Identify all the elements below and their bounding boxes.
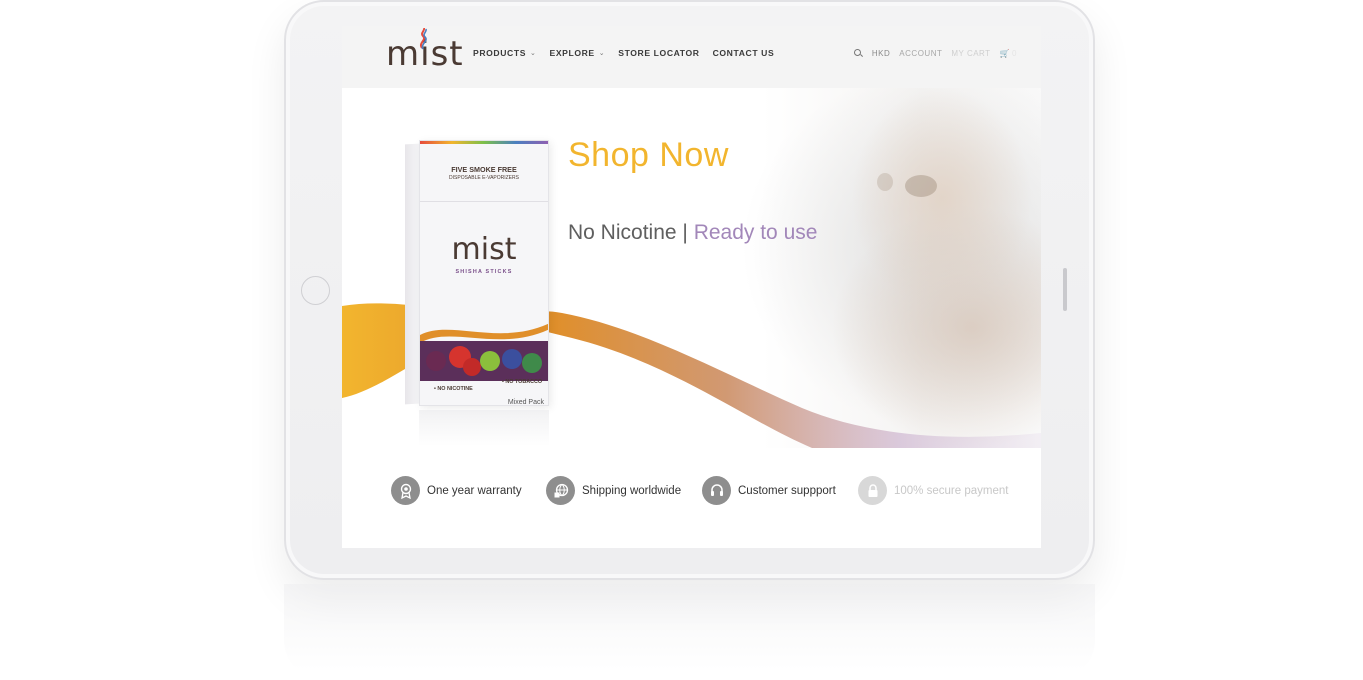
screen: mist PRODUCTS ⌄ EXPLORE ⌄ STORE LOCATOR … [342, 26, 1041, 548]
nav-contact-us[interactable]: CONTACT US [713, 48, 775, 58]
feature-secure-payment-label: 100% secure payment [894, 484, 1009, 497]
search-icon[interactable] [853, 49, 863, 58]
header-utilities: HKD ACCOUNT MY CART 🛒 0 [853, 49, 1017, 58]
chevron-down-icon: ⌄ [598, 50, 606, 57]
nav-store-locator[interactable]: STORE LOCATOR [618, 48, 699, 58]
pack-reflection [419, 410, 549, 446]
side-button[interactable] [1063, 268, 1067, 311]
pack-front: FIVE SMOKE FREE DISPOSABLE E-VAPORIZERS … [419, 140, 549, 406]
product-pack[interactable]: FIVE SMOKE FREE DISPOSABLE E-VAPORIZERS … [405, 136, 550, 448]
headset-icon [702, 476, 731, 505]
feature-support-label: Customer suppport [738, 484, 836, 497]
feature-support: Customer suppport [702, 476, 836, 505]
nav-store-locator-label: STORE LOCATOR [618, 48, 700, 58]
cart-icon[interactable]: 🛒 [1000, 49, 1010, 58]
pack-line2: DISPOSABLE E-VAPORIZERS [449, 175, 519, 181]
main-nav: PRODUCTS ⌄ EXPLORE ⌄ STORE LOCATOR CONTA… [473, 48, 787, 58]
feature-shipping-label: Shipping worldwide [582, 484, 682, 497]
pack-badge-no-nicotine: • NO NICOTINE [434, 386, 473, 392]
pack-lid-divider [420, 201, 548, 202]
pack-subtitle: SHISHA STICKS [455, 269, 513, 275]
pack-badge-no-tobacco: • NO TOBACCO [502, 379, 543, 385]
hero-headline[interactable]: Shop Now [568, 136, 729, 175]
pack-logo: mist [451, 232, 517, 267]
padlock-icon [858, 476, 887, 505]
hero-banner[interactable]: Shop Now No Nicotine | Ready to use FIVE… [342, 88, 1041, 448]
cart-count: 0 [1012, 49, 1017, 58]
cart-link[interactable]: MY CART [951, 49, 990, 58]
fruit-image [420, 317, 548, 381]
feature-warranty: One year warranty [391, 476, 522, 505]
tablet-reflection [284, 584, 1095, 680]
nav-contact-us-label: CONTACT US [712, 48, 775, 58]
tagline-main: No Nicotine [568, 221, 677, 244]
smoke-logo-icon [420, 28, 427, 50]
brand-logo[interactable]: mist [386, 28, 464, 74]
tagline-separator: | [676, 221, 694, 244]
award-ribbon-icon [391, 476, 420, 505]
currency-selector[interactable]: HKD [872, 49, 890, 58]
feature-shipping: Shipping worldwide [546, 476, 681, 505]
globe-box-icon [546, 476, 575, 505]
nav-explore-label: EXPLORE [549, 48, 595, 58]
chevron-down-icon: ⌄ [530, 50, 537, 57]
features-bar: One year warranty Shipping worldwide Cus… [342, 448, 1041, 548]
pack-stripe [420, 141, 548, 144]
hero-tagline: No Nicotine | Ready to use [568, 221, 817, 245]
pack-line1: FIVE SMOKE FREE [451, 165, 517, 174]
site-header: mist PRODUCTS ⌄ EXPLORE ⌄ STORE LOCATOR … [342, 26, 1041, 88]
nav-products-label: PRODUCTS [473, 48, 527, 58]
nav-products[interactable]: PRODUCTS ⌄ [473, 48, 537, 58]
pack-side [405, 143, 419, 405]
tagline-accent: Ready to use [693, 221, 818, 244]
feature-secure-payment: 100% secure payment [858, 476, 1008, 505]
nav-explore[interactable]: EXPLORE ⌄ [550, 48, 606, 58]
feature-warranty-label: One year warranty [427, 484, 522, 497]
home-button[interactable] [301, 276, 330, 305]
account-link[interactable]: ACCOUNT [899, 49, 942, 58]
pack-variant: Mixed Pack [507, 399, 544, 406]
